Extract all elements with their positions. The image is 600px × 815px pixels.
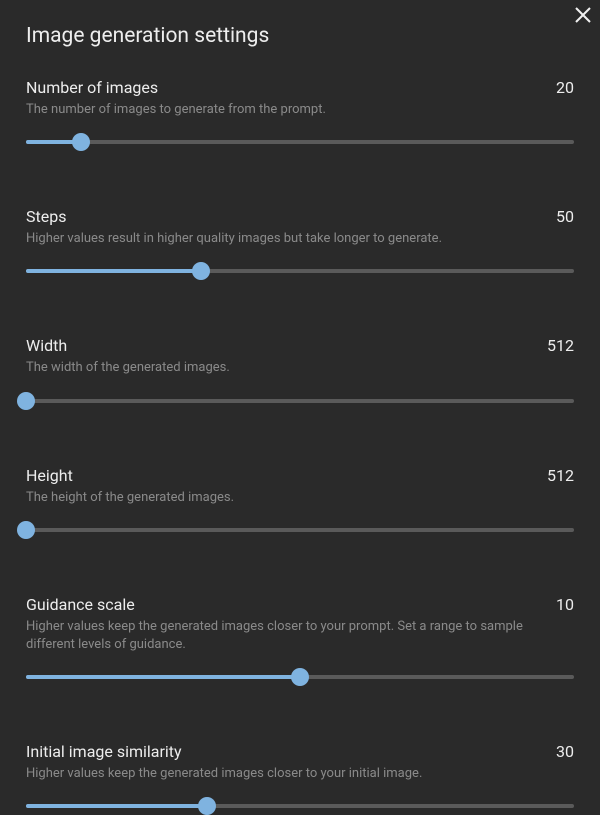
slider-fill (26, 269, 201, 273)
slider-width[interactable] (26, 392, 574, 410)
setting-label: Height (26, 466, 73, 485)
setting-description: The width of the generated images. (26, 359, 574, 377)
setting-header: Steps 50 (26, 207, 574, 226)
setting-value: 50 (556, 207, 574, 226)
setting-label: Width (26, 336, 67, 355)
setting-label: Steps (26, 207, 66, 226)
slider-thumb[interactable] (291, 668, 309, 686)
slider-thumb[interactable] (198, 797, 216, 815)
setting-description: The number of images to generate from th… (26, 101, 574, 119)
setting-value: 512 (547, 336, 574, 355)
slider-fill (26, 675, 300, 679)
setting-width: Width 512 The width of the generated ima… (26, 336, 574, 409)
panel-title: Image generation settings (26, 24, 269, 48)
setting-value: 512 (547, 466, 574, 485)
settings-panel: Image generation settings Number of imag… (0, 0, 600, 815)
setting-description: Higher values keep the generated images … (26, 765, 574, 783)
slider-steps[interactable] (26, 262, 574, 280)
setting-label: Number of images (26, 78, 158, 97)
setting-header: Number of images 20 (26, 78, 574, 97)
setting-value: 10 (556, 595, 574, 614)
setting-header: Initial image similarity 30 (26, 742, 574, 761)
panel-header: Image generation settings (26, 24, 574, 48)
setting-description: Higher values keep the generated images … (26, 618, 574, 654)
slider-guidance-scale[interactable] (26, 668, 574, 686)
slider-thumb[interactable] (192, 262, 210, 280)
slider-track (26, 528, 574, 532)
setting-label: Initial image similarity (26, 742, 182, 761)
setting-initial-image-similarity: Initial image similarity 30 Higher value… (26, 742, 574, 815)
setting-value: 20 (556, 78, 574, 97)
setting-number-of-images: Number of images 20 The number of images… (26, 78, 574, 151)
setting-value: 30 (556, 742, 574, 761)
setting-header: Height 512 (26, 466, 574, 485)
slider-number-of-images[interactable] (26, 133, 574, 151)
slider-thumb[interactable] (17, 392, 35, 410)
slider-fill (26, 804, 207, 808)
setting-description: Higher values result in higher quality i… (26, 230, 574, 248)
close-icon[interactable] (574, 6, 592, 24)
setting-description: The height of the generated images. (26, 489, 574, 507)
slider-thumb[interactable] (17, 521, 35, 539)
setting-steps: Steps 50 Higher values result in higher … (26, 207, 574, 280)
setting-guidance-scale: Guidance scale 10 Higher values keep the… (26, 595, 574, 686)
slider-height[interactable] (26, 521, 574, 539)
setting-height: Height 512 The height of the generated i… (26, 466, 574, 539)
slider-track (26, 399, 574, 403)
slider-initial-image-similarity[interactable] (26, 797, 574, 815)
setting-header: Guidance scale 10 (26, 595, 574, 614)
slider-thumb[interactable] (72, 133, 90, 151)
slider-track (26, 140, 574, 144)
setting-label: Guidance scale (26, 595, 135, 614)
setting-header: Width 512 (26, 336, 574, 355)
